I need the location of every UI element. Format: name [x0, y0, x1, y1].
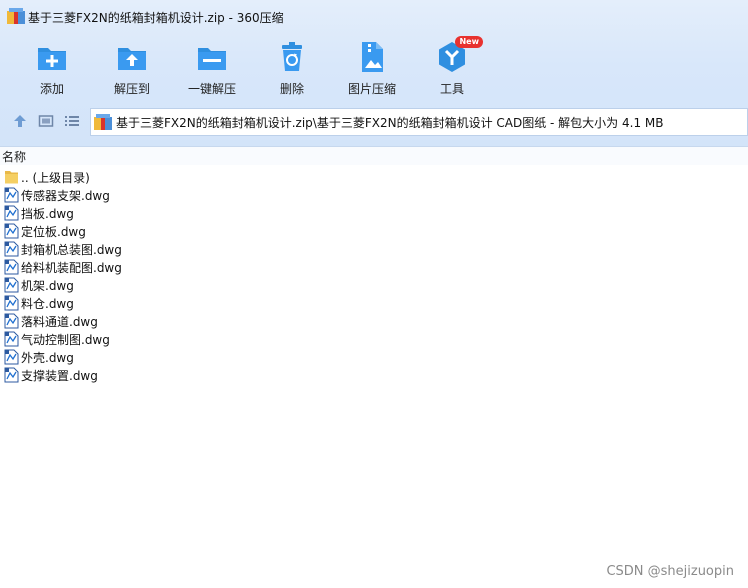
file-name: 料仓.dwg: [21, 296, 74, 311]
column-header-name[interactable]: 名称: [0, 147, 748, 165]
file-name: 落料通道.dwg: [21, 314, 98, 329]
file-list: .. (上级目录) 传感器支架.dwg 挡板.dwg 定位板.dwg 封箱机总装…: [0, 168, 748, 384]
file-name: 机架.dwg: [21, 278, 74, 293]
address-bar[interactable]: 基于三菱FX2N的纸箱封箱机设计.zip\基于三菱FX2N的纸箱封箱机设计 CA…: [90, 108, 748, 136]
file-name: 气动控制图.dwg: [21, 332, 110, 347]
extract-folder-icon: [118, 48, 146, 70]
dwg-file-icon: [4, 223, 19, 239]
image-compress-label: 图片压缩: [347, 82, 396, 96]
image-zip-icon: [362, 42, 383, 72]
toolbar: 添加 解压到 一键解压 删除 图片压缩 New 工具: [0, 36, 748, 98]
one-click-extract-label: 一键解压: [187, 82, 236, 96]
list-item[interactable]: 给料机装配图.dwg: [0, 258, 748, 276]
up-arrow-icon[interactable]: [12, 113, 28, 129]
tools-icon-wrap: New: [435, 36, 483, 74]
tools-label: 工具: [439, 82, 464, 96]
file-name: 挡板.dwg: [21, 206, 74, 221]
zip-archive-icon: [7, 8, 25, 24]
dwg-file-icon: [4, 295, 19, 311]
column-header-name-label: 名称: [2, 150, 27, 164]
trash-icon: [282, 42, 302, 71]
one-click-extract-icon: [198, 48, 226, 70]
image-compress-button[interactable]: 图片压缩: [332, 36, 412, 98]
list-item[interactable]: 挡板.dwg: [0, 204, 748, 222]
watermark: CSDN @shejizuopin: [606, 564, 734, 579]
new-badge: New: [455, 36, 483, 48]
list-item[interactable]: 传感器支架.dwg: [0, 186, 748, 204]
file-name: .. (上级目录): [21, 170, 90, 185]
list-item[interactable]: 封箱机总装图.dwg: [0, 240, 748, 258]
zip-archive-icon: [94, 114, 112, 130]
file-name: 封箱机总装图.dwg: [21, 242, 122, 257]
dwg-file-icon: [4, 277, 19, 293]
list-item-parent-folder[interactable]: .. (上级目录): [0, 168, 748, 186]
dwg-file-icon: [4, 313, 19, 329]
delete-button[interactable]: 删除: [252, 36, 332, 98]
list-view-icon[interactable]: [64, 113, 80, 129]
delete-label: 删除: [279, 82, 304, 96]
dwg-file-icon: [4, 331, 19, 347]
list-item[interactable]: 气动控制图.dwg: [0, 330, 748, 348]
add-label: 添加: [39, 82, 64, 96]
list-item[interactable]: 支撑装置.dwg: [0, 366, 748, 384]
file-name: 外壳.dwg: [21, 350, 74, 365]
address-row: 基于三菱FX2N的纸箱封箱机设计.zip\基于三菱FX2N的纸箱封箱机设计 CA…: [0, 104, 748, 138]
window-chrome: 基于三菱FX2N的纸箱封箱机设计.zip - 360压缩 添加 解压到 一键解压…: [0, 0, 748, 147]
list-item[interactable]: 定位板.dwg: [0, 222, 748, 240]
dwg-file-icon: [4, 187, 19, 203]
thumbnail-view-icon[interactable]: [38, 113, 54, 129]
file-name: 定位板.dwg: [21, 224, 86, 239]
dwg-file-icon: [4, 349, 19, 365]
file-name: 给料机装配图.dwg: [21, 260, 122, 275]
add-folder-icon: [38, 48, 66, 70]
one-click-extract-button[interactable]: 一键解压: [172, 36, 252, 98]
dwg-file-icon: [4, 259, 19, 275]
list-item[interactable]: 料仓.dwg: [0, 294, 748, 312]
dwg-file-icon: [4, 241, 19, 257]
list-item[interactable]: 机架.dwg: [0, 276, 748, 294]
title-bar: 基于三菱FX2N的纸箱封箱机设计.zip - 360压缩: [0, 0, 748, 34]
add-button[interactable]: 添加: [12, 36, 92, 98]
extract-to-label: 解压到: [113, 82, 150, 96]
extract-to-button[interactable]: 解压到: [92, 36, 172, 98]
dwg-file-icon: [4, 367, 19, 383]
address-path: 基于三菱FX2N的纸箱封箱机设计.zip\基于三菱FX2N的纸箱封箱机设计 CA…: [116, 115, 664, 130]
file-name: 传感器支架.dwg: [21, 188, 110, 203]
dwg-file-icon: [4, 205, 19, 221]
list-item[interactable]: 落料通道.dwg: [0, 312, 748, 330]
folder-icon: [5, 171, 18, 184]
file-name: 支撑装置.dwg: [21, 368, 98, 383]
tools-button[interactable]: New 工具: [412, 36, 492, 98]
list-item[interactable]: 外壳.dwg: [0, 348, 748, 366]
window-title: 基于三菱FX2N的纸箱封箱机设计.zip - 360压缩: [28, 11, 284, 25]
